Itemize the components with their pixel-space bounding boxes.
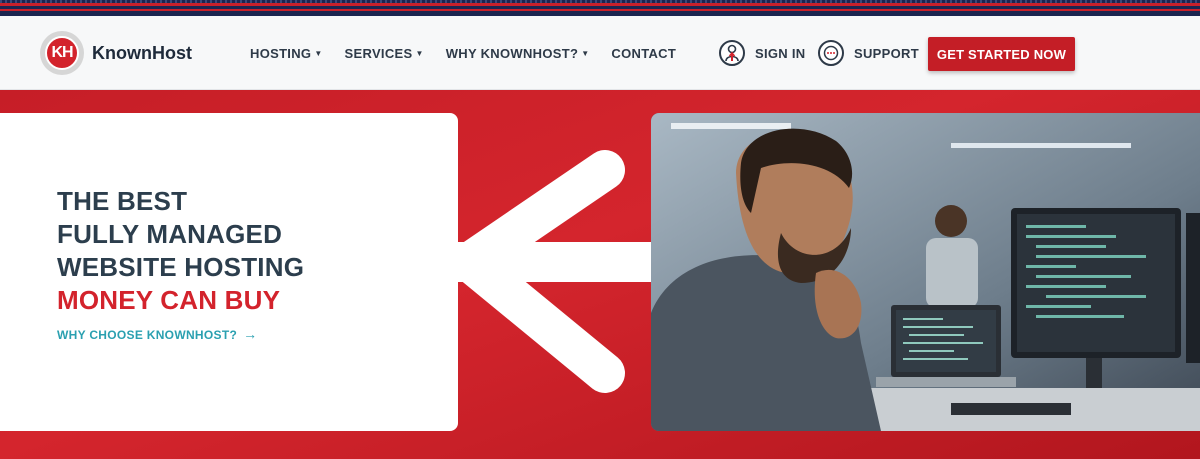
headline-line-2: FULLY MANAGED — [57, 219, 283, 249]
support-label: SUPPORT — [854, 45, 919, 61]
hero-headline: THE BEST FULLY MANAGED WEBSITE HOSTING M… — [57, 185, 304, 317]
chevron-down-icon: ▼ — [314, 49, 323, 58]
site-header: KH KnownHost HOSTING ▼ SERVICES ▼ WHY KNOW… — [0, 16, 1200, 90]
chevron-down-icon: ▼ — [581, 49, 590, 58]
nav-item-why-knownhost[interactable]: WHY KNOWNHOST? ▼ — [446, 46, 590, 61]
headline-line-3: WEBSITE HOSTING — [57, 252, 305, 282]
nav-item-hosting[interactable]: HOSTING ▼ — [250, 46, 323, 61]
brand-name: KnownHost — [92, 42, 192, 63]
headline-line-4: MONEY CAN BUY — [57, 285, 281, 315]
sign-in-link[interactable]: SIGN IN — [719, 40, 806, 66]
top-decorative-stripe — [0, 0, 1200, 16]
support-link[interactable]: SUPPORT — [818, 40, 919, 66]
user-icon — [719, 40, 745, 66]
why-choose-label: WHY CHOOSE KNOWNHOST? — [57, 328, 238, 342]
headline-line-1: THE BEST — [57, 186, 188, 216]
brand-logo[interactable]: KH KnownHost — [40, 31, 192, 75]
get-started-button[interactable]: GET STARTED NOW — [928, 37, 1075, 71]
why-choose-link[interactable]: WHY CHOOSE KNOWNHOST? → — [57, 326, 257, 342]
nav-item-services[interactable]: SERVICES ▼ — [345, 46, 424, 61]
hero-card: THE BEST FULLY MANAGED WEBSITE HOSTING M… — [0, 113, 458, 431]
nav-item-contact[interactable]: CONTACT — [611, 46, 676, 61]
chat-bubble-icon — [818, 40, 844, 66]
main-nav: HOSTING ▼ SERVICES ▼ WHY KNOWNHOST? ▼ CONTA… — [250, 46, 698, 61]
chevron-down-icon: ▼ — [415, 49, 424, 58]
arrow-right-icon: → — [243, 326, 258, 342]
sign-in-label: SIGN IN — [755, 45, 806, 61]
hero-photo — [651, 113, 1200, 431]
hero-section: THE BEST FULLY MANAGED WEBSITE HOSTING M… — [0, 90, 1200, 459]
logo-icon: KH — [40, 31, 84, 75]
